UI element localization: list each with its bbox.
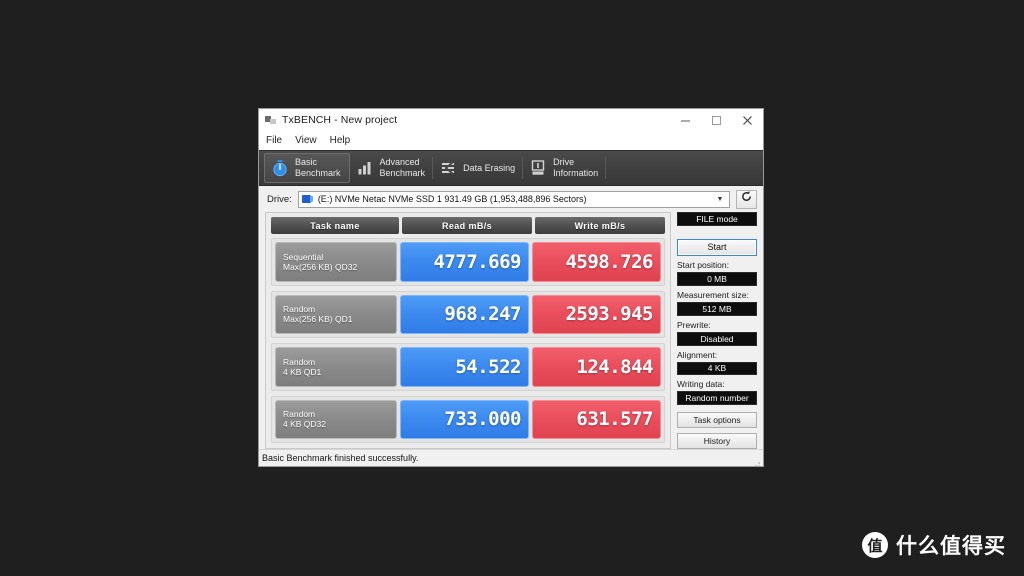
watermark: 值 什么值得买 — [862, 530, 1006, 560]
stopwatch-icon — [271, 159, 289, 177]
column-header-write: Write mB/s — [535, 217, 665, 234]
alignment-value[interactable]: 4 KB — [677, 361, 757, 376]
table-row: Random Max(256 KB) QD1 968.247 2593.945 — [271, 290, 665, 338]
task-name-line2: 4 KB QD32 — [283, 419, 326, 430]
writing-data-value[interactable]: Random number — [677, 391, 757, 406]
status-message: Basic Benchmark finished successfully. — [262, 453, 419, 463]
tab-basic-benchmark[interactable]: Basic Benchmark — [264, 153, 350, 183]
task-name-line1: Random — [283, 356, 316, 367]
menu-item-view[interactable]: View — [295, 135, 325, 146]
app-icon — [265, 114, 277, 126]
read-value-cell: 4777.669 — [400, 242, 529, 282]
drive-dropdown[interactable]: (E:) NVMe Netac NVMe SSD 1 931.49 GB (1,… — [297, 190, 730, 208]
prewrite-value[interactable]: Disabled — [677, 331, 757, 346]
tab-label-advanced-benchmark: Advanced Benchmark — [379, 157, 426, 178]
table-row: Sequential Max(256 KB) QD32 4777.669 459… — [271, 238, 665, 286]
menu-item-help[interactable]: Help — [330, 135, 359, 146]
minimize-button[interactable] — [670, 109, 701, 131]
task-options-button[interactable]: Task options — [677, 412, 757, 429]
task-name-line2: 4 KB QD1 — [283, 366, 322, 377]
options-side-panel: FILE mode Start Start position: 0 MB Mea… — [671, 212, 757, 449]
read-value-cell: 733.000 — [400, 399, 529, 439]
results-rows: Sequential Max(256 KB) QD32 4777.669 459… — [271, 238, 665, 443]
history-button[interactable]: History — [677, 433, 757, 449]
write-value-cell: 4598.726 — [532, 242, 661, 282]
write-value-cell: 631.577 — [532, 399, 661, 439]
prewrite-label: Prewrite: — [677, 319, 711, 330]
write-value-cell: 2593.945 — [532, 294, 661, 334]
refresh-drives-button[interactable] — [736, 189, 757, 209]
results-header-row: Task name Read mB/s Write mB/s — [271, 217, 665, 234]
task-name-line1: Random — [283, 304, 316, 315]
hard-drive-icon — [301, 194, 314, 204]
window-title: TxBENCH - New project — [282, 114, 398, 126]
maximize-button[interactable] — [701, 109, 732, 131]
title-bar: TxBENCH - New project — [259, 109, 763, 131]
tab-drive-information[interactable]: Drive Information — [523, 153, 607, 183]
resize-grip-icon[interactable] — [751, 455, 761, 466]
erase-icon — [439, 159, 457, 177]
task-name-cell[interactable]: Random 4 KB QD32 — [275, 399, 397, 439]
writing-data-label: Writing data: — [677, 379, 725, 390]
drive-selected-value: (E:) NVMe Netac NVMe SSD 1 931.49 GB (1,… — [317, 194, 587, 204]
write-value-cell: 124.844 — [532, 347, 661, 387]
tab-data-erasing[interactable]: Data Erasing — [433, 153, 524, 183]
watermark-text: 什么值得买 — [896, 534, 1006, 558]
table-row: Random 4 KB QD1 54.522 124.844 — [271, 343, 665, 391]
task-name-cell[interactable]: Random Max(256 KB) QD1 — [275, 294, 397, 334]
menu-bar: File View Help — [259, 131, 763, 150]
task-name-cell[interactable]: Sequential Max(256 KB) QD32 — [275, 242, 397, 282]
refresh-icon — [740, 190, 753, 208]
status-bar: Basic Benchmark finished successfully. — [259, 449, 763, 466]
main-body: Task name Read mB/s Write mB/s Sequentia… — [259, 212, 763, 449]
tab-advanced-benchmark[interactable]: Advanced Benchmark — [350, 153, 434, 183]
read-value-cell: 54.522 — [400, 347, 529, 387]
mode-indicator[interactable]: FILE mode — [677, 212, 757, 226]
tab-label-basic-benchmark: Basic Benchmark — [295, 157, 341, 178]
drive-label: Drive: — [267, 193, 292, 205]
menu-item-file[interactable]: File — [266, 135, 290, 146]
measurement-size-value[interactable]: 512 MB — [677, 301, 757, 316]
chevron-down-icon: ▼ — [716, 195, 724, 203]
benchmark-results-panel: Task name Read mB/s Write mB/s Sequentia… — [265, 212, 671, 449]
bar-chart-icon — [356, 159, 374, 177]
task-name-line1: Sequential — [283, 251, 324, 262]
table-row: Random 4 KB QD32 733.000 631.577 — [271, 395, 665, 443]
start-button[interactable]: Start — [677, 238, 757, 256]
tab-label-drive-information: Drive Information — [553, 157, 599, 178]
task-name-line1: Random — [283, 409, 316, 420]
task-name-line2: Max(256 KB) QD1 — [283, 314, 353, 325]
alignment-label: Alignment: — [677, 349, 718, 360]
close-button[interactable] — [732, 109, 763, 131]
read-value-cell: 968.247 — [400, 294, 529, 334]
tab-bar: Basic Benchmark Advanced Benchmark Data … — [259, 150, 763, 186]
task-name-line2: Max(256 KB) QD32 — [283, 261, 358, 272]
drive-info-icon — [529, 159, 547, 177]
drive-selector-row: Drive: (E:) NVMe Netac NVMe SSD 1 931.49… — [259, 186, 763, 212]
task-name-cell[interactable]: Random 4 KB QD1 — [275, 347, 397, 387]
start-position-label: Start position: — [677, 259, 729, 270]
txbench-window: TxBENCH - New project File View Help Bas… — [259, 109, 763, 466]
column-header-task-name: Task name — [271, 217, 399, 234]
measurement-size-label: Measurement size: — [677, 289, 749, 300]
column-header-read: Read mB/s — [402, 217, 532, 234]
tab-label-data-erasing: Data Erasing — [463, 162, 516, 173]
watermark-badge: 值 — [862, 532, 888, 558]
start-position-value[interactable]: 0 MB — [677, 271, 757, 286]
window-controls — [670, 109, 763, 131]
